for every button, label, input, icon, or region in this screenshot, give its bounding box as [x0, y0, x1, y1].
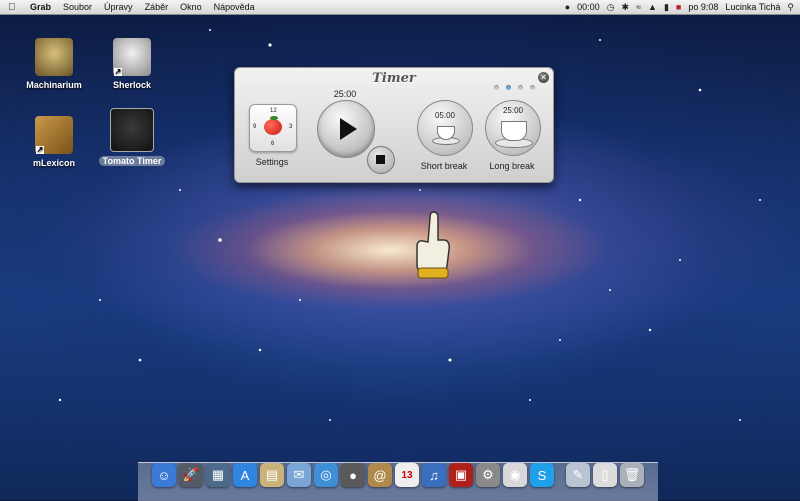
time-machine-icon[interactable]: ◷ — [607, 2, 615, 13]
desktop-icon-tomato-timer[interactable]: Tomato Timer — [92, 108, 172, 166]
us-flag-icon[interactable]: ■ — [676, 2, 681, 12]
work-time-display: 25:00 — [333, 89, 357, 99]
clock-number-3: 3 — [289, 124, 293, 130]
menu-bar:  Grab Soubor Úpravy Záběr Okno Nápověda… — [0, 0, 800, 15]
mission-control-icon[interactable]: ▦ — [206, 463, 230, 487]
preview-icon[interactable]: ▤ — [260, 463, 284, 487]
large-coffee-cup-icon — [501, 121, 527, 141]
desktop-icon-label: Machinarium — [26, 80, 82, 90]
desktop-icon-label: Sherlock — [112, 80, 152, 90]
chrome-icon[interactable]: ◉ — [503, 463, 527, 487]
desktop-icon-label: mLexicon — [32, 158, 75, 168]
wifi-icon[interactable]: ≈ — [636, 2, 641, 12]
short-break-label: Short break — [420, 161, 468, 171]
settings-label: Settings — [255, 157, 289, 167]
app-store-icon[interactable]: A — [233, 463, 257, 487]
dock-separator — [557, 463, 563, 487]
launchpad-icon[interactable]: 🚀 — [179, 463, 203, 487]
alias-arrow-icon: ↗ — [36, 145, 44, 154]
timer-status-icon[interactable]: ● — [565, 2, 570, 12]
play-button[interactable] — [317, 100, 375, 158]
hand-pointer-cursor-icon — [416, 211, 450, 279]
contacts-icon[interactable]: @ — [368, 463, 392, 487]
documents-folder-icon[interactable]: ▯ — [593, 463, 617, 487]
short-break-time: 05:00 — [434, 111, 456, 120]
page-dot-4[interactable] — [530, 85, 535, 90]
desktop-icon-machinarium[interactable]: Machinarium — [14, 38, 94, 90]
desktop-icon-sherlock[interactable]: ↗ Sherlock — [92, 38, 172, 90]
desktop-icon-mlexicon[interactable]: ↗ mLexicon — [14, 116, 94, 168]
alias-arrow-icon: ↗ — [114, 67, 122, 76]
photo-booth-icon[interactable]: ▣ — [449, 463, 473, 487]
tomato-icon — [264, 119, 282, 135]
battery-icon[interactable]: ▮ — [664, 2, 669, 13]
menu-app-name[interactable]: Grab — [30, 2, 51, 12]
settings-button[interactable]: 12 3 6 9 — [249, 104, 297, 152]
machinarium-icon — [35, 38, 73, 76]
clock-number-12: 12 — [270, 108, 277, 114]
page-dot-1[interactable] — [494, 85, 499, 90]
skype-icon[interactable]: S — [530, 463, 554, 487]
menu-clock[interactable]: po 9:08 — [688, 2, 718, 12]
clock-number-6: 6 — [271, 141, 275, 147]
page-dot-2[interactable] — [506, 85, 511, 90]
page-dot-3[interactable] — [518, 85, 523, 90]
timer-status-readout[interactable]: 00:00 — [577, 2, 600, 12]
menu-zaber[interactable]: Záběr — [145, 2, 169, 12]
menu-napoveda[interactable]: Nápověda — [214, 2, 255, 12]
menu-user[interactable]: Lucinka Tichá — [725, 2, 780, 12]
trash-icon[interactable]: 🗑 — [620, 463, 644, 487]
apple-menu-icon[interactable]:  — [8, 2, 22, 13]
menu-okno[interactable]: Okno — [180, 2, 202, 12]
tomato-leaf-icon — [270, 116, 278, 120]
timer-widget[interactable]: Timer ✕ 12 3 6 9 Settings 25:00 05:00 Sh… — [234, 67, 554, 183]
tomato-timer-app-icon — [110, 108, 154, 152]
safari-icon[interactable]: ◎ — [314, 463, 338, 487]
long-break-label: Long break — [489, 161, 535, 171]
system-preferences-icon[interactable]: ⚙ — [476, 463, 500, 487]
play-icon — [340, 118, 357, 140]
timer-title: Timer — [372, 71, 416, 86]
long-break-time: 25:00 — [502, 106, 524, 115]
applications-folder-icon[interactable]: ✎ — [566, 463, 590, 487]
close-button[interactable]: ✕ — [538, 72, 549, 83]
clock-number-9: 9 — [253, 124, 257, 130]
itunes-icon[interactable]: ♫ — [422, 463, 446, 487]
menu-soubor[interactable]: Soubor — [63, 2, 92, 12]
stop-button[interactable] — [367, 146, 395, 174]
facetime-icon[interactable]: ● — [341, 463, 365, 487]
menu-upravy[interactable]: Úpravy — [104, 2, 133, 12]
calendar-icon[interactable]: 13 — [395, 463, 419, 487]
stop-icon — [376, 155, 385, 164]
bluetooth-icon[interactable]: ✱ — [622, 2, 630, 13]
finder-icon[interactable]: ☺ — [152, 463, 176, 487]
short-break-button[interactable]: 05:00 — [417, 100, 473, 156]
spotlight-icon[interactable]: ⚲ — [787, 2, 794, 13]
long-break-button[interactable]: 25:00 — [485, 100, 541, 156]
desktop-icon-label: Tomato Timer — [98, 156, 166, 166]
volume-icon[interactable]: ▲ — [648, 2, 657, 12]
page-indicator — [494, 85, 535, 90]
mail-icon[interactable]: ✉ — [287, 463, 311, 487]
dock: ☺ 🚀 ▦ A ▤ ✉ ◎ ● @13 ♫ ▣ ⚙ ◉ S ✎ ▯ 🗑 — [152, 463, 644, 487]
